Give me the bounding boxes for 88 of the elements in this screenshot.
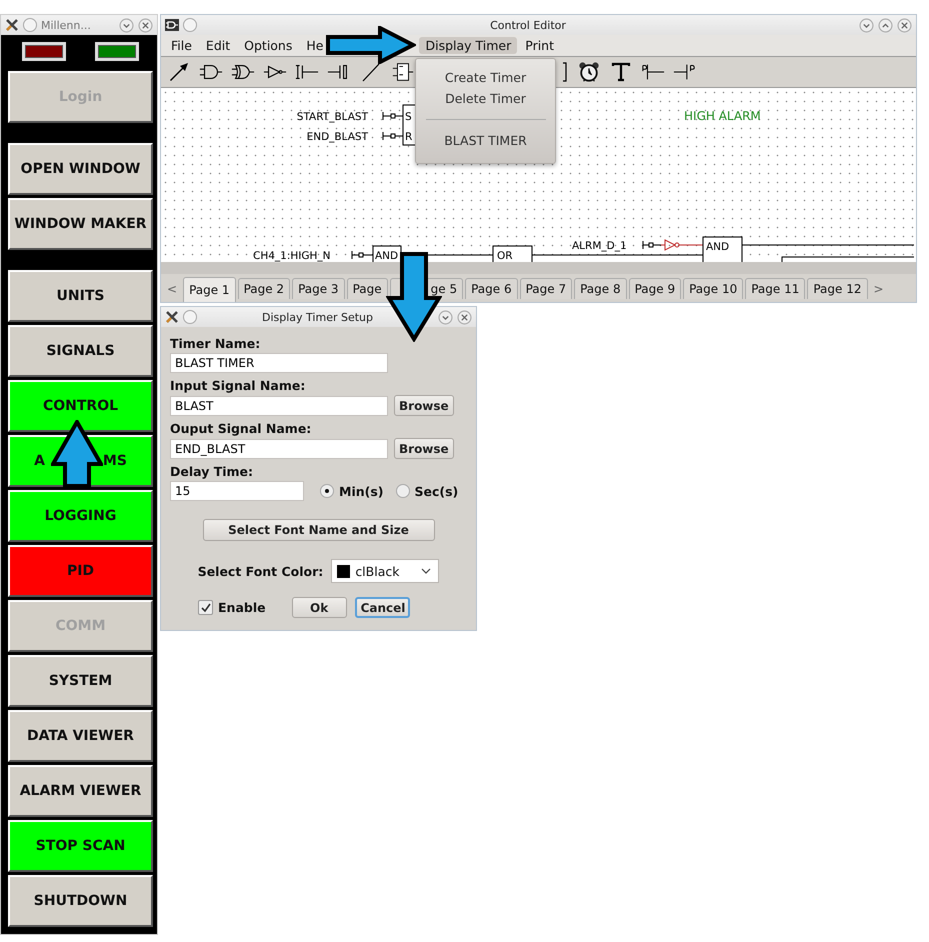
window-title: Control Editor	[489, 18, 567, 32]
page-tab[interactable]: Page 1	[183, 277, 236, 302]
menu-item[interactable]: Edit	[200, 37, 236, 54]
contact-symbol	[382, 132, 404, 140]
page-tab[interactable]: Page 10	[683, 278, 744, 299]
nav-button[interactable]: LOGGING	[8, 490, 153, 542]
field-label: Input Signal Name:	[170, 378, 306, 393]
minimize-button[interactable]	[119, 18, 134, 32]
nav-button[interactable]: STOP SCAN	[8, 820, 153, 872]
window-title: Millenn...	[41, 18, 92, 32]
signal-label: START_BLAST	[296, 111, 368, 123]
nav-button[interactable]: UNITS	[8, 270, 153, 322]
close-button[interactable]	[897, 18, 912, 32]
scroll-right-button[interactable]: >	[870, 282, 888, 302]
signal-label: END_BLAST	[306, 131, 368, 143]
menu-item[interactable]: He	[300, 37, 330, 54]
nav-button[interactable]: SYSTEM	[8, 655, 153, 707]
nav-button[interactable]: SHUTDOWN	[8, 875, 153, 927]
color-dropdown[interactable]: clBlack	[331, 559, 440, 583]
radio-button[interactable]	[320, 484, 334, 498]
latch-block-icon[interactable]	[391, 61, 415, 83]
page-tab[interactable]: Page 9	[628, 278, 682, 299]
radio-label: Sec(s)	[414, 484, 458, 498]
scroll-left-button[interactable]: <	[163, 282, 182, 302]
page-tab[interactable]: Page 6	[465, 278, 518, 299]
browse-button[interactable]: Browse	[394, 438, 454, 459]
page-tab[interactable]: Page 11	[745, 278, 806, 299]
text-tool-icon[interactable]	[609, 61, 633, 83]
radio-button[interactable]	[396, 484, 410, 498]
dialog-button[interactable]: Ok	[292, 597, 347, 618]
not-gate	[660, 240, 704, 250]
app-icon	[5, 18, 19, 32]
signal-label: CH4_1:HIGH_N	[253, 250, 331, 262]
field-label: Timer Name:	[170, 336, 262, 351]
checkbox-label: Enable	[218, 600, 266, 615]
contact-symbol	[642, 240, 662, 250]
page-tab[interactable]: Page	[346, 278, 388, 299]
signal-label: ALRM_D_1	[572, 240, 627, 252]
maximize-button[interactable]	[878, 18, 893, 32]
radio-label: Min(s)	[339, 484, 384, 498]
and-gate: AND	[702, 236, 742, 262]
minimize-button[interactable]	[859, 18, 874, 32]
page-tab[interactable]: Page 3	[292, 278, 345, 299]
input-field[interactable]: BLAST	[170, 396, 388, 416]
contact-symbol	[382, 112, 404, 120]
nav-button[interactable]: ALARM VIEWER	[8, 765, 153, 817]
dropdown-caret-icon	[421, 568, 432, 574]
input-field[interactable]: END_BLAST	[170, 438, 388, 458]
contact-symbol	[352, 250, 374, 260]
menu-item[interactable]: Display Timer	[419, 37, 518, 54]
font-button[interactable]: Select Font Name and Size	[202, 519, 434, 541]
diagram-text: HIGH ALARM	[684, 109, 761, 123]
nav-button[interactable]: SIGNALS	[8, 325, 153, 377]
nav-button[interactable]: CONTROL	[8, 380, 153, 432]
browse-button[interactable]: Browse	[394, 395, 454, 416]
field-label: Select Font Color:	[198, 564, 324, 578]
dialog-button[interactable]: Cancel	[354, 597, 410, 618]
checkbox[interactable]	[198, 600, 213, 615]
menu-item[interactable]: Create Timer	[444, 67, 526, 88]
nav-button[interactable]: DATA VIEWER	[8, 710, 153, 762]
input-field[interactable]: 15	[170, 481, 304, 501]
alarm-clock-icon[interactable]	[577, 61, 601, 83]
menu-item[interactable]: Delete Timer	[445, 88, 526, 109]
page-tab[interactable]: Page 7	[520, 278, 572, 299]
menu-item[interactable]: Print	[519, 37, 560, 54]
horizontal-scrollbar[interactable]	[161, 262, 916, 274]
input-field[interactable]: BLAST TIMER	[170, 353, 388, 373]
nav-button[interactable]: OPEN WINDOW	[8, 143, 153, 195]
menu-item[interactable]: BLAST TIMER	[444, 130, 527, 151]
app-icon	[165, 310, 179, 324]
bracket-icon[interactable]	[561, 61, 569, 83]
field-label: Ouput Signal Name:	[170, 421, 312, 436]
nav-button[interactable]: WINDOW MAKER	[8, 198, 153, 250]
and-gate: AND	[372, 246, 402, 262]
nav-button[interactable]: PID	[8, 545, 153, 597]
minimize-button[interactable]	[438, 310, 453, 324]
field-label: Delay Time:	[170, 464, 254, 479]
window-title: Display Timer Setup	[261, 310, 374, 324]
close-button[interactable]	[138, 18, 153, 32]
page-tab[interactable]: Page 12	[807, 278, 868, 299]
close-button[interactable]	[457, 310, 472, 324]
or-gate: OR	[492, 246, 532, 262]
menu-item[interactable]: Options	[238, 37, 298, 54]
page-tab[interactable]: Page 2	[238, 278, 290, 299]
color-value: clBlack	[355, 564, 400, 578]
app-icon	[165, 18, 179, 32]
page-tab[interactable]: Page 8	[574, 278, 627, 299]
menu-item[interactable]: File	[165, 37, 198, 54]
